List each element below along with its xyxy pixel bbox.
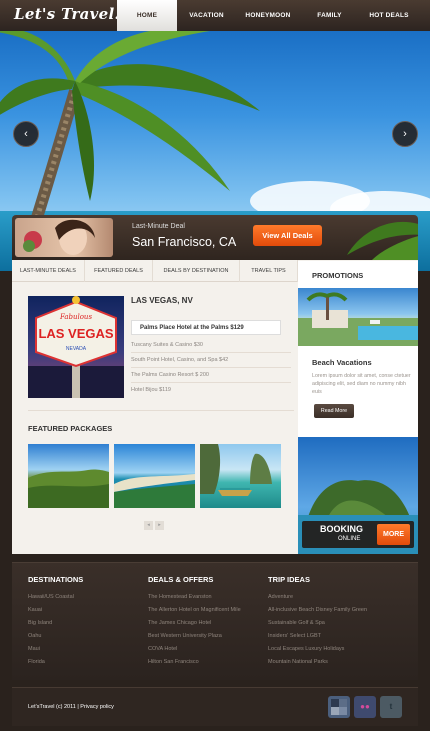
footer-column-deals: DEALS & OFFERS The Homestead Evanston Th… xyxy=(148,575,241,672)
palm-leaf-decoration xyxy=(347,221,418,260)
package-thumbnail[interactable] xyxy=(28,444,109,508)
footer-link[interactable]: Hawaii/US Coastal xyxy=(28,594,83,607)
flickr-icon[interactable]: ●● xyxy=(354,696,376,718)
booking-more-button[interactable]: MORE xyxy=(377,524,410,545)
copyright-text[interactable]: Let'sTravel (c) 2011 | Privacy policy xyxy=(28,704,114,710)
footer-link[interactable]: Florida xyxy=(28,659,83,672)
site-logo[interactable]: Let's Travel! xyxy=(14,5,121,23)
hotel-item[interactable]: Tuscany Suites & Casino $30 xyxy=(131,342,203,348)
footer-link[interactable]: Oahu xyxy=(28,633,83,646)
section-divider xyxy=(28,410,294,411)
nav-vacation[interactable]: VACATION xyxy=(177,0,236,31)
highlighted-hotel[interactable]: Palms Place Hotel at the Palms $129 xyxy=(131,320,281,335)
hotel-item[interactable]: The Palms Casino Resort $ 200 xyxy=(131,372,209,378)
package-thumbnail[interactable] xyxy=(114,444,195,508)
footer-link[interactable]: Kauai xyxy=(28,607,83,620)
footer-link[interactable]: Big Island xyxy=(28,620,83,633)
footer-link[interactable]: The Allerton Hotel on Magnificent Mile xyxy=(148,607,241,620)
footer-column-title: TRIP IDEAS xyxy=(268,575,310,584)
deal-photo xyxy=(15,218,113,257)
footer-link[interactable]: Hilton San Francisco xyxy=(148,659,241,672)
footer-link[interactable]: Sustainable Golf & Spa xyxy=(268,620,367,633)
featured-packages-title: FEATURED PACKAGES xyxy=(28,424,113,433)
las-vegas-image[interactable]: Fabulous LAS VEGAS NEVADA xyxy=(28,296,124,398)
footer-link[interactable]: COVA Hotel xyxy=(148,646,241,659)
booking-title: BOOKING xyxy=(320,524,364,534)
promotions-title: PROMOTIONS xyxy=(312,271,364,280)
slider-next-button[interactable]: › xyxy=(392,121,418,147)
copyright-bar: Let'sTravel (c) 2011 | Privacy policy ●●… xyxy=(12,687,418,726)
footer-link[interactable]: Best Western University Plaza xyxy=(148,633,241,646)
footer-column-title: DEALS & OFFERS xyxy=(148,575,214,584)
footer-column-destinations: DESTINATIONS Hawaii/US Coastal Kauai Big… xyxy=(28,575,83,672)
chevron-right-icon: › xyxy=(403,128,407,140)
last-minute-deal-bar: Last-Minute Deal San Francisco, CA View … xyxy=(12,215,418,260)
top-navigation-bar: Let's Travel! HOME VACATION HONEYMOON FA… xyxy=(0,0,430,31)
nav-home[interactable]: HOME xyxy=(117,0,177,31)
footer-link[interactable]: All-inclusive Beach Disney Family Green xyxy=(268,607,367,620)
destination-title[interactable]: LAS VEGAS, NV xyxy=(131,296,193,305)
footer-link[interactable]: Adventure xyxy=(268,594,367,607)
footer-link[interactable]: Maui xyxy=(28,646,83,659)
deal-city: San Francisco, CA xyxy=(132,235,237,249)
divider xyxy=(131,382,291,383)
hotel-item[interactable]: South Point Hotel, Casino, and Spa $42 xyxy=(131,357,228,363)
promotion-image[interactable] xyxy=(298,288,418,346)
main-nav: HOME VACATION HONEYMOON FAMILY HOT DEALS xyxy=(117,0,419,31)
package-pager: ◂ ▸ xyxy=(144,521,164,530)
footer-column-title: DESTINATIONS xyxy=(28,575,84,584)
nav-hot-deals[interactable]: HOT DEALS xyxy=(359,0,419,31)
read-more-button[interactable]: Read More xyxy=(314,404,354,418)
hotel-item[interactable]: Hotel Bijou $119 xyxy=(131,387,171,393)
booking-subtitle: ONLINE xyxy=(338,536,361,542)
footer-links: DESTINATIONS Hawaii/US Coastal Kauai Big… xyxy=(12,562,418,680)
package-thumbnail[interactable] xyxy=(200,444,281,508)
promotion-title[interactable]: Beach Vacations xyxy=(312,358,372,367)
twitter-icon[interactable]: t xyxy=(380,696,402,718)
nav-honeymoon[interactable]: HONEYMOON xyxy=(236,0,300,31)
promotions-sidebar: PROMOTIONS Beach Vacations Lorem ipsum d… xyxy=(298,261,418,554)
promotion-text: Lorem ipsum dolor sit amet, conse ctetue… xyxy=(312,373,411,395)
footer-link[interactable]: Local Escapes Luxury Holidays xyxy=(268,646,367,659)
nav-family[interactable]: FAMILY xyxy=(300,0,359,31)
sign-main: LAS VEGAS xyxy=(38,326,113,341)
divider xyxy=(131,367,291,368)
tab-last-minute-deals[interactable]: LAST-MINUTE DEALS xyxy=(12,260,85,282)
divider xyxy=(131,352,291,353)
footer-link[interactable]: Mountain National Parks xyxy=(268,659,367,672)
sign-bottom: NEVADA xyxy=(66,346,87,352)
footer-column-trip-ideas: TRIP IDEAS Adventure All-inclusive Beach… xyxy=(268,575,367,672)
tab-featured-deals[interactable]: FEATURED DEALS xyxy=(85,260,153,282)
sign-top: Fabulous xyxy=(59,313,93,321)
tab-deals-by-destination[interactable]: DEALS BY DESTINATION xyxy=(153,260,240,282)
footer-link[interactable]: Insiders' Select LGBT xyxy=(268,633,367,646)
deal-label: Last-Minute Deal xyxy=(132,223,185,230)
slider-prev-button[interactable]: ‹ xyxy=(13,121,39,147)
footer-link[interactable]: The James Chicago Hotel xyxy=(148,620,241,633)
footer-link[interactable]: The Homestead Evanston xyxy=(148,594,241,607)
pager-next-button[interactable]: ▸ xyxy=(155,521,164,530)
booking-banner[interactable]: BOOKING ONLINE MORE xyxy=(298,437,418,554)
pager-prev-button[interactable]: ◂ xyxy=(144,521,153,530)
view-all-deals-button[interactable]: View All Deals xyxy=(253,225,322,246)
delicious-icon[interactable] xyxy=(328,696,350,718)
tab-travel-tips[interactable]: TRAVEL TIPS xyxy=(240,260,298,282)
booking-bar: BOOKING ONLINE MORE xyxy=(302,521,414,548)
deals-tabs: LAST-MINUTE DEALS FEATURED DEALS DEALS B… xyxy=(12,260,298,282)
chevron-left-icon: ‹ xyxy=(24,128,28,140)
